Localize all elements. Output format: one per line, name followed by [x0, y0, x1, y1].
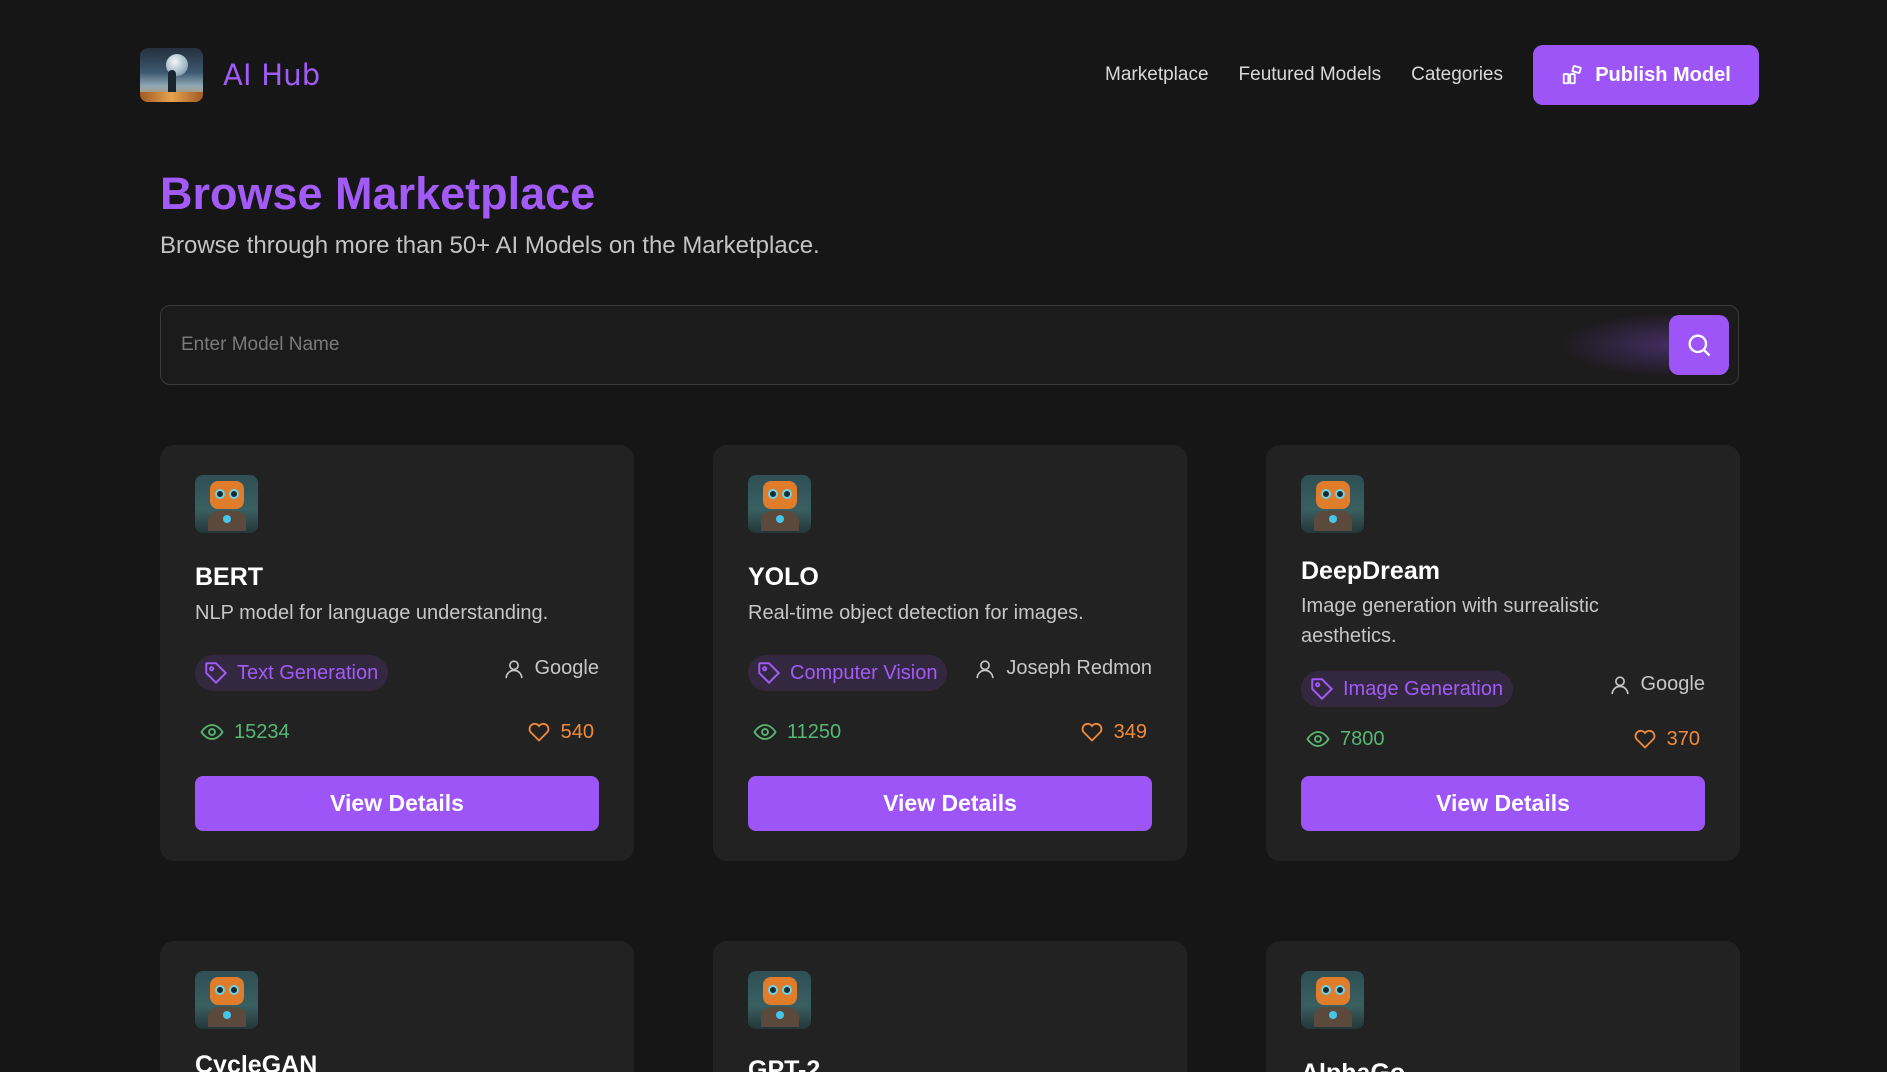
model-avatar — [195, 971, 258, 1029]
nav-featured-models[interactable]: Feutured Models — [1239, 64, 1382, 86]
author-name: Joseph Redmon — [1006, 657, 1152, 679]
user-icon — [1610, 675, 1629, 694]
category-tag[interactable]: Computer Vision — [748, 655, 948, 691]
view-details-button[interactable]: View Details — [748, 776, 1152, 831]
logo[interactable] — [140, 48, 203, 102]
likes-value: 370 — [1666, 727, 1700, 750]
user-icon — [976, 659, 994, 678]
likes-value: 349 — [1113, 720, 1147, 743]
model-avatar — [748, 971, 811, 1029]
search-icon — [1688, 334, 1711, 357]
views-value: 11250 — [787, 720, 842, 743]
nav-categories[interactable]: Categories — [1411, 64, 1503, 86]
views-value: 7800 — [1340, 727, 1385, 750]
search-button[interactable] — [1669, 315, 1729, 375]
model-card: DeepDream Image generation with surreali… — [1266, 445, 1740, 861]
main-nav: Marketplace Feutured Models Categories P… — [1075, 45, 1759, 105]
logo-ground — [140, 92, 203, 102]
model-description: NLP model for language understanding. — [195, 602, 549, 624]
eye-icon — [200, 724, 224, 740]
top-navbar: AI Hub Marketplace Feutured Models Categ… — [140, 45, 1759, 105]
model-author: Joseph Redmon — [974, 657, 1152, 680]
likes-value: 540 — [560, 720, 594, 743]
model-title: CycleGAN — [195, 1051, 318, 1072]
like-count[interactable]: 349 — [1080, 720, 1147, 744]
search-input[interactable] — [181, 334, 1669, 356]
search-glow — [1558, 312, 1678, 378]
model-card: AlphaGo — [1266, 941, 1740, 1072]
model-title: DeepDream — [1301, 557, 1440, 585]
model-card: YOLO Real-time object detection for imag… — [713, 445, 1187, 861]
tag-label: Computer Vision — [790, 661, 938, 684]
publish-model-label: Publish Model — [1595, 63, 1731, 86]
model-title: BERT — [195, 563, 264, 591]
model-avatar — [1301, 475, 1364, 533]
model-title: YOLO — [748, 563, 819, 591]
model-card: GPT-2 — [713, 941, 1187, 1072]
views-value: 15234 — [234, 720, 290, 743]
model-card: BERT NLP model for language understandin… — [160, 445, 634, 861]
model-title: GPT-2 — [748, 1056, 821, 1072]
model-avatar — [748, 475, 811, 533]
model-avatar — [1301, 971, 1364, 1029]
search-bar — [160, 305, 1739, 385]
user-icon — [504, 659, 523, 678]
category-tag[interactable]: Image Generation — [1301, 671, 1514, 707]
model-author: Google — [1609, 673, 1706, 696]
author-name: Google — [534, 657, 600, 679]
publish-icon — [1563, 65, 1582, 85]
model-card: CycleGAN — [160, 941, 634, 1072]
eye-icon — [1306, 731, 1330, 747]
publish-model-button[interactable]: Publish Model — [1533, 45, 1759, 105]
page-title: Browse Marketplace — [160, 168, 596, 219]
like-count[interactable]: 540 — [527, 720, 594, 744]
model-description: Real-time object detection for images. — [748, 602, 1084, 624]
eye-icon — [753, 724, 777, 740]
heart-icon — [528, 722, 549, 742]
view-count: 15234 — [200, 720, 290, 744]
brand-name[interactable]: AI Hub — [223, 58, 320, 92]
hero-section: Browse Marketplace Browse through more t… — [160, 168, 820, 260]
tag-icon — [205, 662, 228, 685]
tag-icon — [758, 662, 781, 685]
view-count: 7800 — [1306, 727, 1385, 751]
author-name: Google — [1640, 673, 1706, 695]
model-avatar — [195, 475, 258, 533]
tag-icon — [1311, 678, 1334, 701]
tag-label: Text Generation — [237, 661, 379, 684]
view-details-button[interactable]: View Details — [195, 776, 599, 831]
tag-label: Image Generation — [1343, 677, 1504, 700]
page-subtitle: Browse through more than 50+ AI Models o… — [160, 232, 820, 259]
model-author: Google — [503, 657, 600, 680]
category-tag[interactable]: Text Generation — [195, 655, 389, 691]
heart-icon — [1081, 722, 1102, 742]
view-count: 11250 — [753, 720, 841, 744]
view-details-button[interactable]: View Details — [1301, 776, 1705, 831]
like-count[interactable]: 370 — [1633, 727, 1700, 751]
model-title: AlphaGo — [1301, 1059, 1405, 1072]
model-description: Image generation with surrealistic aesth… — [1301, 595, 1599, 647]
nav-marketplace[interactable]: Marketplace — [1105, 64, 1209, 86]
heart-icon — [1634, 729, 1655, 749]
